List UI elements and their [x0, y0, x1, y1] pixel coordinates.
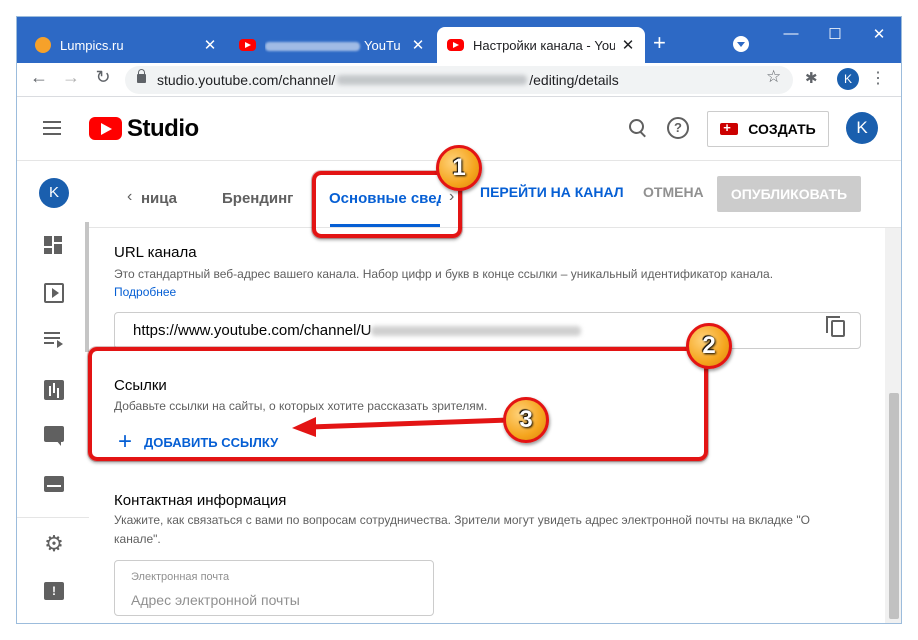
forward-arrow-icon[interactable]: → — [59, 67, 83, 88]
youtube-logo-icon[interactable] — [89, 117, 122, 140]
tab-title: Настройки канала - YouTu — [473, 37, 615, 53]
channel-url-field[interactable]: https://www.youtube.com/channel/U — [114, 312, 861, 349]
close-window-button[interactable]: ✕ — [869, 25, 889, 43]
search-icon[interactable] — [627, 117, 649, 139]
content-scrollbar[interactable] — [885, 228, 901, 623]
channel-url-value: https://www.youtube.com/channel/U — [133, 322, 372, 339]
nav-divider — [17, 517, 89, 518]
minimize-button[interactable]: — — [781, 25, 801, 42]
address-bar[interactable]: studio.youtube.com/channel/ /editing/det… — [125, 66, 793, 94]
tab-layout[interactable]: ница — [141, 190, 177, 207]
redacted-text — [337, 75, 528, 85]
step-badge-3: 3 — [503, 397, 549, 443]
url-section-description: Это стандартный веб-адрес вашего канала.… — [114, 267, 774, 281]
learn-more-link[interactable]: Подробнее — [114, 285, 176, 299]
tab-title: YouTu — [265, 38, 405, 53]
copy-icon[interactable] — [826, 316, 845, 337]
email-field-label: Электронная почта — [131, 571, 230, 583]
channel-avatar[interactable]: K — [39, 178, 69, 208]
create-video-icon — [720, 120, 739, 135]
extensions-puzzle-icon[interactable]: ✱ — [805, 69, 818, 87]
comments-icon[interactable] — [44, 426, 64, 446]
analytics-icon[interactable] — [44, 380, 64, 400]
feedback-icon[interactable]: ! — [44, 582, 64, 600]
url-suffix: /editing/details — [529, 72, 619, 88]
browser-window: Lumpics.ru ✕ YouTu ✕ Настройки канала - … — [16, 16, 902, 624]
browser-tab-lumpics[interactable]: Lumpics.ru ✕ — [25, 27, 227, 63]
tab-close-icon[interactable]: ✕ — [411, 36, 425, 54]
step-badge-2: 2 — [686, 323, 732, 369]
screenshot-stage: Lumpics.ru ✕ YouTu ✕ Настройки канала - … — [0, 0, 918, 640]
back-arrow-icon[interactable]: ← — [27, 67, 51, 88]
create-button-label: СОЗДАТЬ — [748, 121, 816, 137]
browser-profile-avatar[interactable]: K — [837, 68, 859, 90]
cancel-button[interactable]: ОТМЕНА — [643, 184, 704, 200]
customization-tabs-bar: ‹ ница Брендинг Основные свед › ПЕРЕЙТИ … — [89, 162, 901, 228]
playlists-icon[interactable] — [44, 330, 64, 350]
bookmark-star-icon[interactable]: ☆ — [766, 67, 781, 87]
contact-section-title: Контактная информация — [114, 492, 287, 509]
hamburger-menu-icon[interactable] — [43, 121, 61, 135]
browser-tab-channel-settings[interactable]: Настройки канала - YouTu ✕ — [437, 27, 645, 63]
browser-titlebar: Lumpics.ru ✕ YouTu ✕ Настройки канала - … — [17, 17, 901, 63]
tab-close-icon[interactable]: ✕ — [621, 36, 635, 54]
tab-title: Lumpics.ru — [60, 37, 124, 53]
subtitles-icon[interactable] — [44, 476, 64, 492]
dashboard-icon[interactable] — [44, 236, 64, 256]
studio-logo-text[interactable]: Studio — [127, 115, 199, 143]
contact-section-description: Укажите, как связаться с вами по вопроса… — [114, 513, 810, 546]
content-icon[interactable] — [44, 283, 64, 303]
reload-icon[interactable]: ↻ — [91, 67, 115, 88]
tab-close-icon[interactable]: ✕ — [203, 36, 217, 54]
email-field[interactable]: Электронная почта Адрес электронной почт… — [114, 560, 434, 616]
url-prefix: studio.youtube.com/channel/ — [157, 72, 336, 88]
create-button[interactable]: СОЗДАТЬ — [707, 111, 829, 147]
lumpics-favicon-icon — [35, 37, 51, 53]
go-to-channel-button[interactable]: ПЕРЕЙТИ НА КАНАЛ — [480, 184, 624, 200]
publish-button[interactable]: ОПУБЛИКОВАТЬ — [717, 176, 861, 212]
tab-search-icon[interactable] — [733, 36, 749, 52]
youtube-favicon-icon — [239, 39, 256, 51]
browser-toolbar: ← → ↻ studio.youtube.com/channel/ /editi… — [17, 63, 901, 97]
studio-left-nav: K ⚙ ! — [17, 162, 89, 623]
redacted-text — [265, 41, 360, 51]
scrollbar-thumb[interactable] — [889, 393, 899, 619]
help-icon[interactable]: ? — [667, 117, 689, 139]
redacted-text — [371, 326, 582, 337]
account-avatar[interactable]: K — [846, 112, 878, 144]
browser-menu-icon[interactable]: ⋮ — [870, 68, 886, 88]
email-field-placeholder: Адрес электронной почты — [131, 592, 300, 608]
new-tab-button[interactable]: + — [653, 31, 666, 55]
highlight-box-links-section — [88, 347, 708, 461]
lock-icon — [137, 69, 146, 83]
tab-branding[interactable]: Брендинг — [222, 190, 293, 207]
browser-tab-youtube[interactable]: YouTu ✕ — [229, 27, 435, 63]
url-section-title: URL канала — [114, 244, 197, 261]
step-badge-1: 1 — [436, 145, 482, 191]
maximize-button[interactable]: ☐ — [825, 25, 845, 43]
youtube-favicon-icon — [447, 39, 464, 51]
chevron-left-icon[interactable]: ‹ — [127, 188, 132, 206]
settings-icon[interactable]: ⚙ — [44, 533, 64, 555]
